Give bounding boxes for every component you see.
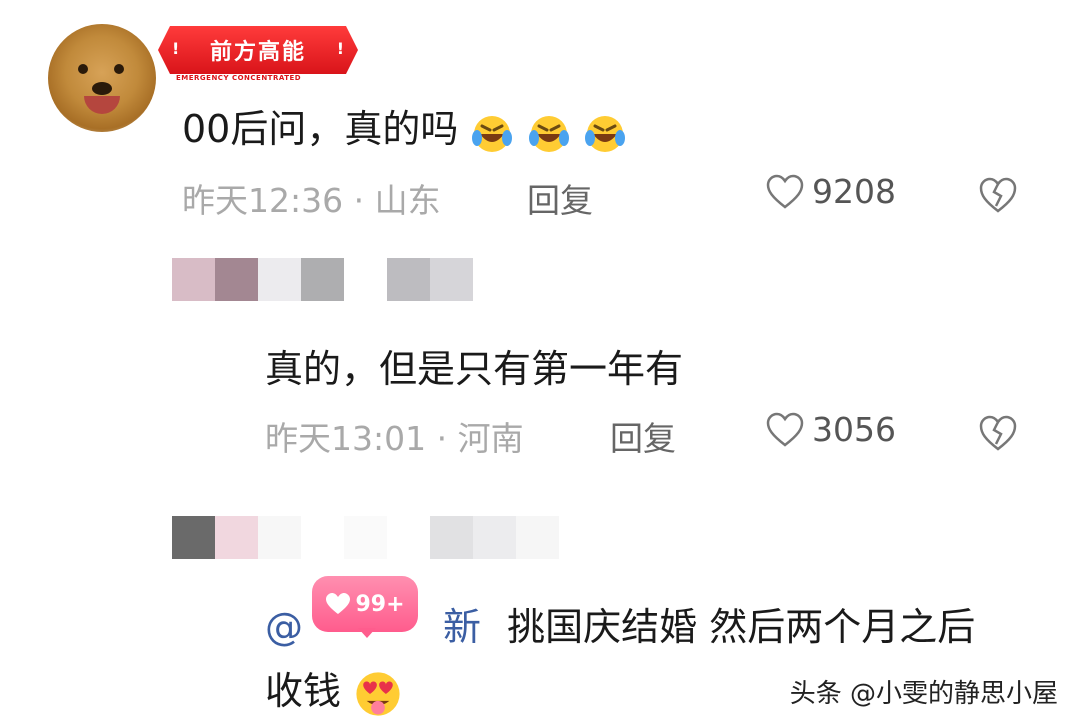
avatar-eye — [114, 64, 124, 74]
avatar-nose — [92, 82, 112, 95]
heart-outline-icon — [766, 174, 804, 209]
like-button[interactable]: 3056 — [766, 410, 896, 449]
badge-subtitle: EMERGENCY CONCENTRATED — [176, 74, 302, 82]
heart-outline-icon — [766, 412, 804, 447]
comment-location: 山东 — [374, 181, 441, 220]
laughing-tears-emoji-icon — [528, 115, 569, 152]
blurred-username — [172, 516, 602, 559]
badge-sticker: ! 前方高能 ! — [158, 26, 358, 74]
mention-prefix[interactable]: @ — [265, 605, 303, 649]
mention-suffix[interactable]: 新 — [443, 605, 481, 649]
reply-text-content: 挑国庆结婚 然后两个月之后 — [507, 605, 976, 649]
reply-button[interactable]: 回复 — [527, 174, 593, 222]
blurred-username — [172, 258, 473, 301]
bubble-tail — [358, 628, 376, 638]
comment-time: 昨天12:36 — [182, 181, 344, 220]
avatar-mouth — [84, 96, 120, 114]
exclamation-icon: ! — [336, 39, 344, 58]
exclamation-icon: ! — [172, 39, 180, 58]
reply-text-content: 收钱 — [265, 669, 342, 713]
like-count-bubble[interactable]: 99+ — [312, 576, 418, 632]
reply-meta: 昨天13:01 · 河南 — [265, 412, 524, 460]
like-count: 3056 — [812, 410, 896, 449]
laughing-tears-emoji-icon — [584, 115, 625, 152]
meta-separator: · — [436, 419, 448, 458]
badge-label: 前方高能 — [209, 40, 306, 65]
like-count: 9208 — [812, 172, 896, 211]
like-button[interactable]: 9208 — [766, 172, 896, 211]
meta-separator: · — [353, 181, 365, 220]
reply-time: 昨天13:01 — [265, 419, 427, 458]
user-avatar[interactable] — [48, 24, 156, 132]
dislike-broken-heart-icon[interactable] — [978, 176, 1018, 214]
dislike-broken-heart-icon[interactable] — [978, 414, 1018, 452]
reply-text-line-2: 收钱 — [265, 660, 403, 719]
bubble-count: 99+ — [355, 591, 405, 617]
comment-text: 00后问，真的吗 — [182, 98, 627, 154]
reply-button[interactable]: 回复 — [610, 412, 676, 460]
laughing-tears-emoji-icon — [472, 115, 513, 152]
reply-location: 河南 — [457, 419, 524, 458]
comment-meta: 昨天12:36 · 山东 — [182, 174, 441, 222]
reply-text: 真的，但是只有第一年有 — [265, 347, 684, 391]
comment-text-content: 00后问，真的吗 — [182, 107, 459, 151]
avatar-eye — [78, 64, 88, 74]
heart-eyes-emoji-icon — [356, 671, 400, 716]
heart-filled-icon — [326, 593, 351, 614]
watermark: 头条 @小雯的静思小屋 — [789, 679, 1058, 709]
